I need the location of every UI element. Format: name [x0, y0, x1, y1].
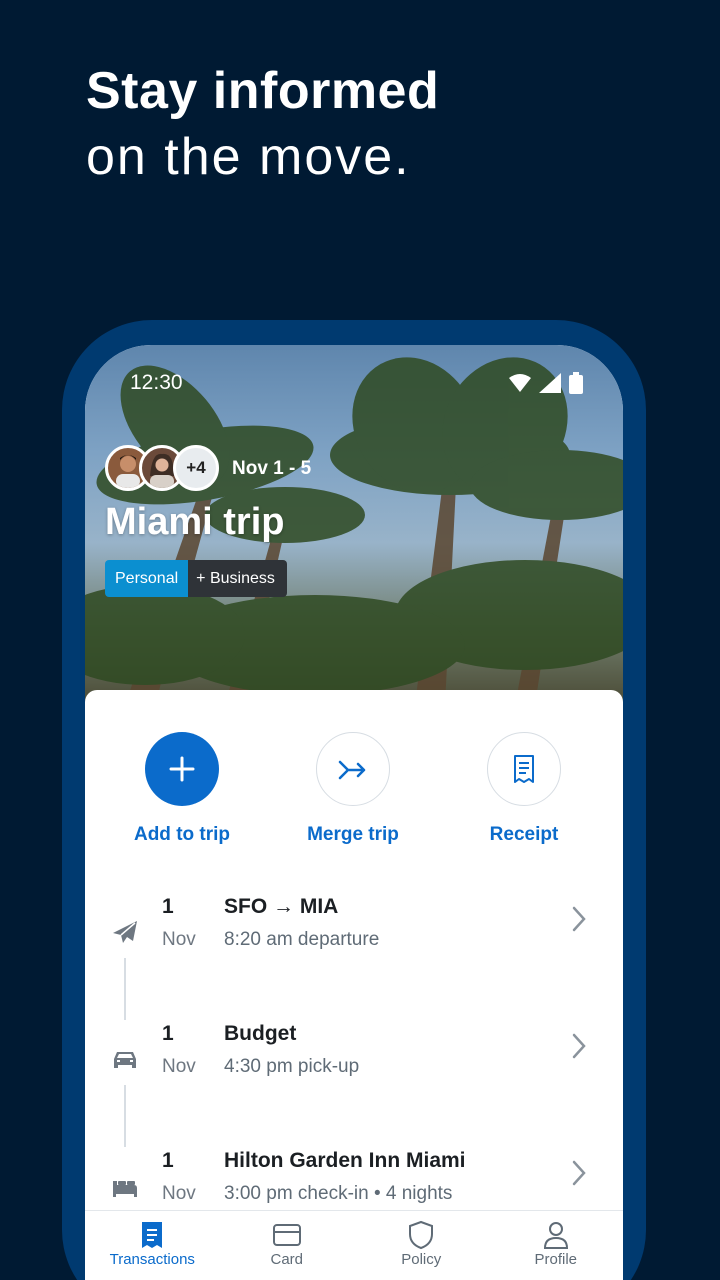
receipt-tab-icon [85, 1219, 220, 1251]
timeline-month: Nov [162, 1056, 196, 1077]
receipt-label: Receipt [489, 824, 559, 845]
shield-icon [354, 1219, 489, 1251]
status-bar: 12:30 [130, 369, 583, 397]
tab-label: Policy [401, 1251, 442, 1268]
chevron-right-icon [571, 1159, 587, 1192]
timeline-day: 1 [162, 1022, 174, 1045]
trip-type-tags: Personal + Business [105, 560, 287, 597]
plane-icon [109, 917, 141, 949]
timeline-connector [124, 1085, 126, 1147]
timeline-title: SFO → MIA [224, 895, 339, 918]
trip-detail-sheet: Add to trip Merge trip Receipt 1 Nov SFO… [85, 690, 623, 1280]
merge-arrow-icon [338, 760, 366, 780]
timeline-subtitle: 3:00 pm check-in • 4 nights [224, 1183, 453, 1204]
receipt-icon [514, 755, 534, 783]
plus-icon [169, 756, 195, 782]
tab-label: Transactions [109, 1251, 195, 1268]
tab-card[interactable]: Card [220, 1211, 355, 1280]
tab-label: Card [270, 1251, 303, 1268]
tab-label: Profile [534, 1251, 578, 1268]
merge-trip-label: Merge trip [307, 824, 399, 845]
chevron-right-icon [571, 1032, 587, 1065]
tab-policy[interactable]: Policy [354, 1211, 489, 1280]
timeline-item-flight[interactable]: 1 Nov SFO → MIA 8:20 am departure [85, 895, 623, 985]
timeline-title: Budget [224, 1022, 297, 1045]
timeline-day: 1 [162, 1149, 174, 1172]
status-time: 12:30 [130, 371, 183, 394]
person-icon [489, 1219, 624, 1251]
signal-icon [539, 373, 561, 393]
tab-transactions[interactable]: Transactions [85, 1211, 220, 1280]
phone-screen: 12:30 +4 Nov 1 - 5 Miami trip Personal +… [85, 345, 623, 1280]
card-icon [220, 1219, 355, 1251]
bottom-tab-bar: Transactions Card Policy Profile [85, 1210, 623, 1280]
add-to-trip-label: Add to trip [133, 824, 231, 845]
timeline-month: Nov [162, 1183, 196, 1204]
timeline-day: 1 [162, 895, 174, 918]
wifi-icon [509, 374, 531, 392]
trip-members[interactable]: +4 [105, 445, 219, 491]
bed-icon [109, 1171, 141, 1203]
timeline-subtitle: 4:30 pm pick-up [224, 1056, 360, 1077]
receipt-button[interactable]: Receipt [444, 732, 604, 846]
tag-business: + Business [188, 560, 287, 597]
headline-line-1: Stay informed [86, 62, 440, 120]
headline-line-2: on the move. [86, 128, 411, 186]
timeline-title: Hilton Garden Inn Miami [224, 1149, 466, 1172]
timeline-subtitle: 8:20 am departure [224, 929, 380, 950]
trip-title: Miami trip [105, 501, 285, 543]
add-to-trip-button[interactable]: Add to trip [102, 732, 262, 846]
headline: Stay informed on the move. [86, 60, 439, 192]
chevron-right-icon [571, 905, 587, 938]
timeline-item-car[interactable]: 1 Nov Budget 4:30 pm pick-up [85, 1022, 623, 1112]
trip-dates: Nov 1 - 5 [232, 458, 312, 479]
timeline-month: Nov [162, 929, 196, 950]
more-members-badge: +4 [173, 445, 219, 491]
tab-profile[interactable]: Profile [489, 1211, 624, 1280]
merge-trip-button[interactable]: Merge trip [273, 732, 433, 846]
battery-icon [569, 372, 583, 394]
trip-hero-image: 12:30 +4 Nov 1 - 5 Miami trip Personal +… [85, 345, 623, 705]
car-icon [109, 1044, 141, 1076]
tag-personal: Personal [105, 560, 189, 597]
timeline-connector [124, 958, 126, 1020]
